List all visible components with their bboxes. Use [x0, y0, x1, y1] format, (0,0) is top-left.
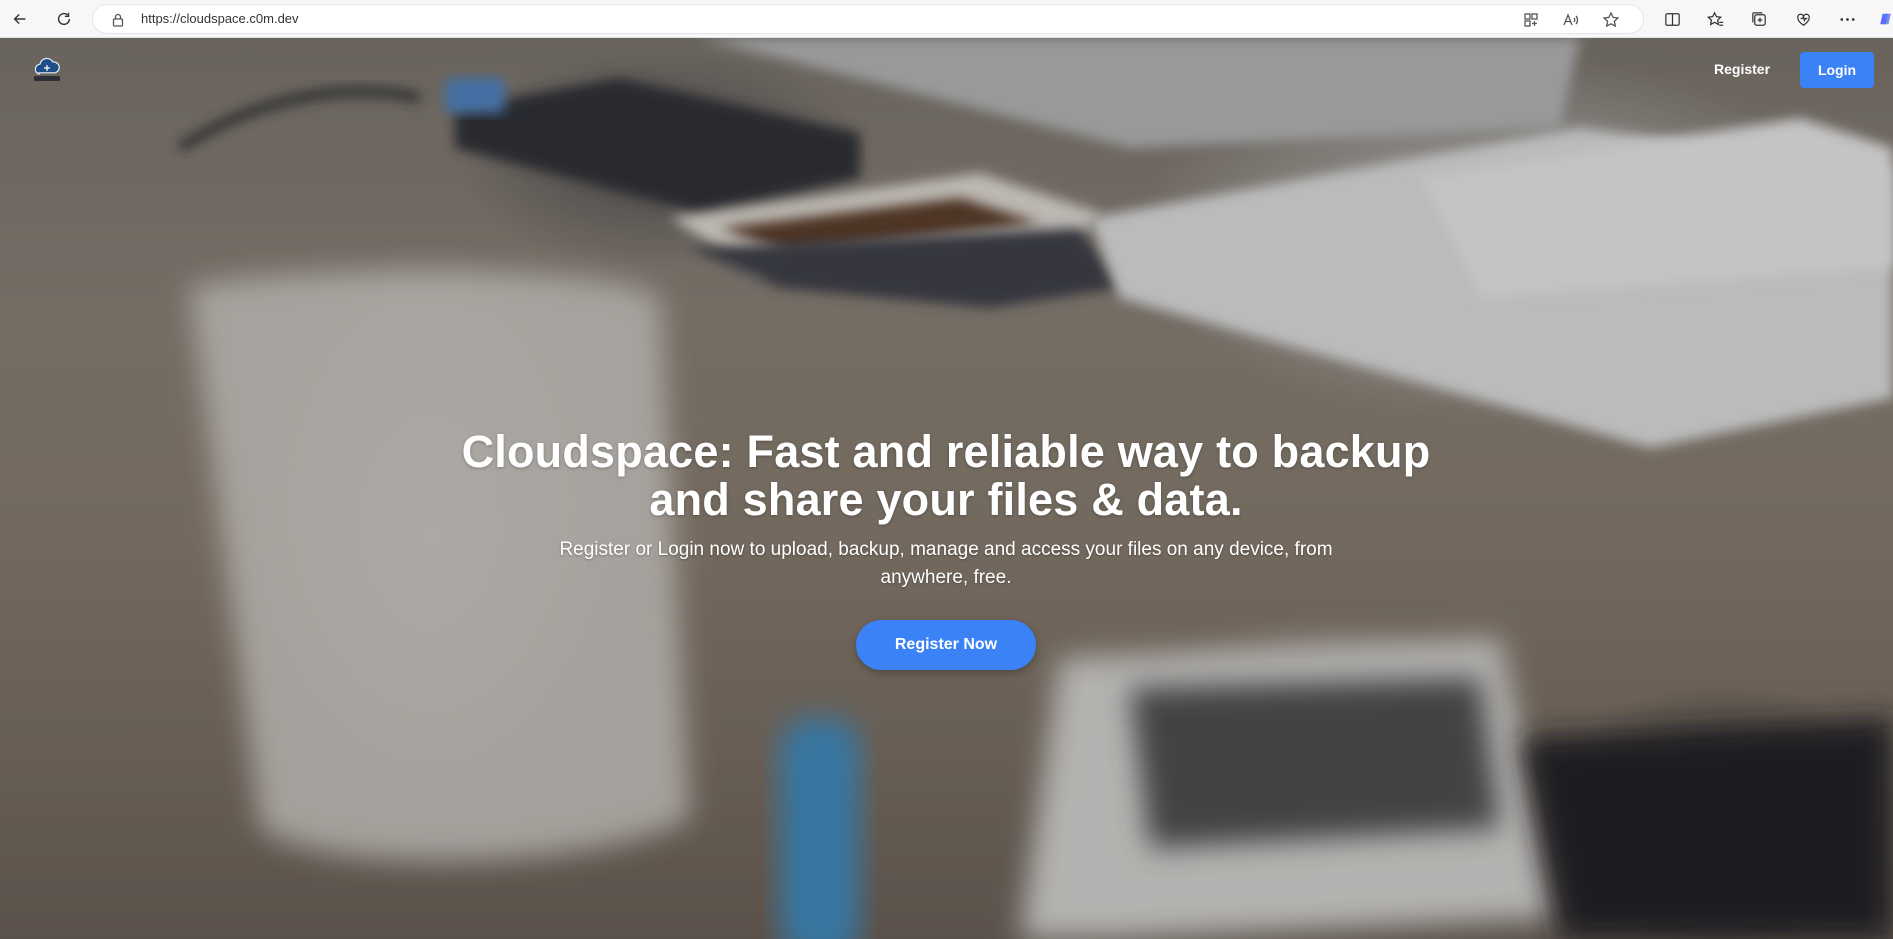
lock-icon [111, 13, 125, 27]
collections-icon[interactable] [1747, 7, 1771, 31]
browser-toolbar: https://cloudspace.c0m.dev [0, 0, 1893, 38]
nav-register-link[interactable]: Register [1700, 52, 1784, 86]
split-screen-icon[interactable] [1660, 7, 1684, 31]
url-text[interactable]: https://cloudspace.c0m.dev [141, 11, 299, 26]
favorites-icon[interactable] [1703, 7, 1727, 31]
back-arrow-icon[interactable] [4, 3, 36, 35]
nav-login-button[interactable]: Login [1800, 52, 1874, 88]
hero-subtitle: Register or Login now to upload, backup,… [559, 539, 1333, 588]
register-now-button[interactable]: Register Now [856, 620, 1036, 670]
more-options-icon[interactable] [1835, 7, 1859, 31]
page-viewport: Register Login Cloudspace: Fast and reli… [0, 38, 1893, 939]
browser-essentials-icon[interactable] [1791, 7, 1815, 31]
hero-section: Cloudspace: Fast and reliable way to bac… [446, 428, 1446, 670]
refresh-icon[interactable] [48, 3, 80, 35]
hero-title: Cloudspace: Fast and reliable way to bac… [461, 426, 1431, 525]
read-aloud-icon[interactable] [1561, 10, 1581, 30]
favorite-star-icon[interactable] [1601, 10, 1621, 30]
cloudspace-logo[interactable] [30, 56, 64, 86]
address-bar[interactable]: https://cloudspace.c0m.dev [92, 4, 1644, 34]
app-available-icon[interactable] [1521, 10, 1541, 30]
copilot-icon[interactable] [1878, 7, 1893, 31]
